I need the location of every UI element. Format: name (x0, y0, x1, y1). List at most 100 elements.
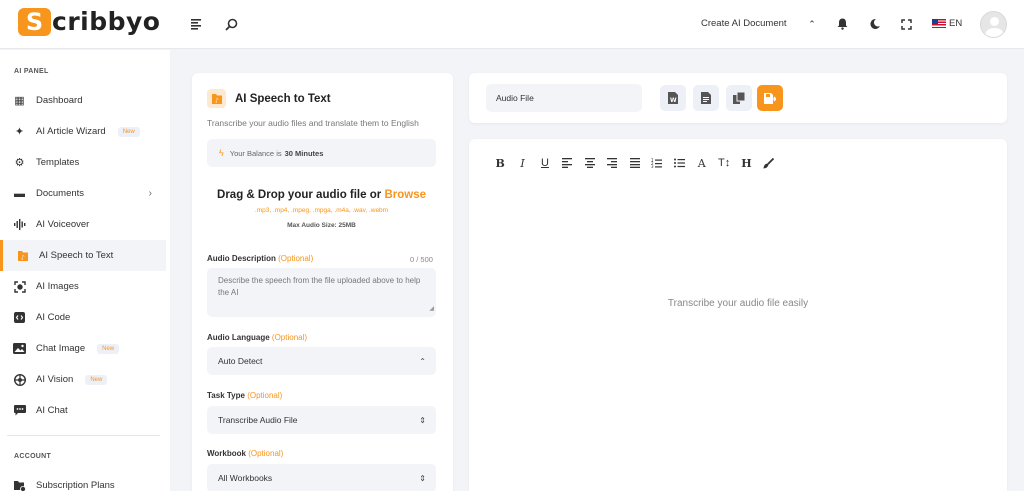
sidebar-item-label: AI Code (36, 312, 71, 323)
code-icon (13, 311, 26, 324)
sidebar-divider (7, 435, 160, 436)
sidebar-item-label: AI Article Wizard (36, 126, 106, 137)
sidebar-item-ai-images[interactable]: AI Images (0, 271, 166, 302)
audio-file-icon: ♪ (207, 89, 226, 108)
optional-tag: (Optional) (247, 391, 283, 400)
dropzone-text: Drag & Drop your audio file or (217, 189, 382, 201)
audio-description-textarea[interactable]: Describe the speech from the file upload… (207, 268, 436, 317)
align-right-icon (607, 158, 618, 168)
document-title-input[interactable] (486, 84, 642, 112)
audio-description-label: Audio Description (Optional) (207, 254, 313, 263)
save-button[interactable] (757, 85, 783, 111)
align-left-icon (562, 158, 573, 168)
templates-icon: ⚙ (14, 157, 25, 169)
logo-text: cribbyo (52, 7, 161, 36)
dark-mode-icon[interactable] (866, 15, 884, 33)
heading-button[interactable]: H (735, 156, 757, 170)
editor-toolbar: B I U 123 A T↕ H (489, 156, 780, 170)
sidebar-item-label: AI Images (36, 281, 79, 292)
chevron-up-icon[interactable]: ⌃ (803, 15, 821, 33)
subscription-icon (13, 479, 26, 491)
sidebar-item-label: AI Vision (36, 374, 74, 385)
chat-icon (13, 404, 26, 417)
balance-prefix: Your Balance is (229, 148, 282, 158)
sidebar-item-ai-article-wizard[interactable]: ✦ AI Article Wizard New (0, 116, 166, 147)
optional-tag: (Optional) (248, 449, 284, 458)
browse-link[interactable]: Browse (384, 189, 426, 201)
audio-language-select[interactable]: Auto Detect ⌃ (207, 347, 436, 375)
scribbyo-logo[interactable]: S cribbyo (18, 7, 160, 36)
textarea-placeholder: Describe the speech from the file upload… (218, 276, 421, 297)
top-header: S cribbyo Create AI Document ⌃ EN (0, 0, 1024, 49)
sidebar-item-ai-code[interactable]: AI Code (0, 302, 166, 333)
align-left-button[interactable] (556, 156, 578, 170)
bell-icon[interactable] (833, 15, 851, 33)
sidebar-item-label: Chat Image (36, 343, 86, 354)
audio-dropzone[interactable]: Drag & Drop your audio file or Browse .m… (207, 189, 436, 229)
optional-tag: (Optional) (271, 333, 308, 342)
sidebar: AI PANEL ▦ Dashboard ✦ AI Article Wizard… (0, 50, 170, 491)
format-brush-button[interactable] (758, 156, 780, 170)
sidebar-item-subscription-plans[interactable]: Subscription Plans (0, 470, 166, 491)
font-size-button[interactable]: T↕ (713, 156, 735, 170)
font-color-button[interactable]: A (691, 156, 713, 170)
logo-mark: S (18, 7, 51, 36)
create-ai-document-button[interactable]: Create AI Document (701, 18, 787, 29)
download-text-button[interactable] (693, 85, 719, 111)
new-badge: New (97, 343, 120, 354)
language-selector[interactable]: EN (932, 18, 962, 29)
sidebar-item-label: AI Voiceover (36, 219, 90, 230)
search-icon[interactable] (222, 15, 240, 33)
optional-tag: (Optional) (278, 254, 314, 263)
align-right-button[interactable] (601, 156, 623, 170)
ai-panel-label: AI PANEL (14, 68, 49, 75)
align-justify-button[interactable] (623, 156, 645, 170)
lightning-icon: ϟ (219, 148, 224, 158)
sidebar-item-chat-image[interactable]: Chat Image New (0, 333, 166, 364)
character-counter: 0 / 500 (410, 255, 433, 264)
italic-button[interactable]: I (511, 156, 533, 170)
sidebar-item-documents[interactable]: ▬ Documents › (0, 178, 166, 209)
sidebar-item-templates[interactable]: ⚙ Templates (0, 147, 166, 178)
sidebar-item-ai-speech-to-text[interactable]: ♪ AI Speech to Text (0, 240, 166, 271)
sidebar-item-label: Templates (36, 157, 80, 168)
task-type-select[interactable]: Transcribe Audio File ⇕ (207, 406, 436, 434)
word-file-icon: W (668, 92, 678, 104)
sort-arrows-icon: ⇕ (419, 473, 426, 483)
workbook-select[interactable]: All Workbooks ⇕ (207, 464, 436, 491)
brain-icon (13, 373, 26, 386)
ordered-list-button[interactable]: 123 (646, 156, 668, 170)
underline-button[interactable]: U (534, 156, 556, 170)
sidebar-item-ai-vision[interactable]: AI Vision New (0, 364, 166, 395)
account-label: ACCOUNT (14, 453, 52, 460)
bold-button[interactable]: B (489, 156, 511, 170)
form-title-row: ♪ AI Speech to Text (207, 89, 331, 108)
align-center-icon (584, 158, 595, 168)
sidebar-item-dashboard[interactable]: ▦ Dashboard (0, 85, 166, 116)
svg-text:♪: ♪ (21, 255, 25, 262)
workbook-label: Workbook (Optional) (207, 449, 283, 458)
balance-value: 30 Minutes (284, 148, 324, 158)
select-value: All Workbooks (218, 473, 273, 483)
max-audio-size: Max Audio Size: 25MB (287, 222, 356, 229)
menu-toggle-icon[interactable] (188, 15, 206, 33)
user-avatar[interactable] (980, 11, 1007, 38)
fullscreen-icon[interactable] (897, 15, 915, 33)
text-file-icon (701, 92, 711, 104)
align-justify-icon (629, 158, 640, 168)
speech-to-text-form: ♪ AI Speech to Text Transcribe your audi… (192, 73, 453, 491)
select-value: Auto Detect (218, 356, 263, 366)
download-word-button[interactable]: W (660, 85, 686, 111)
copy-icon (733, 92, 745, 104)
svg-text:3: 3 (651, 164, 654, 168)
resize-handle-icon[interactable]: ◢ (429, 303, 434, 315)
brush-icon (763, 157, 775, 168)
sidebar-item-ai-chat[interactable]: AI Chat (0, 395, 166, 426)
bullet-list-button[interactable] (668, 156, 690, 170)
field-label-text: Audio Description (207, 254, 276, 263)
sort-arrows-icon: ⇕ (419, 415, 426, 425)
sidebar-item-label: Documents (36, 188, 85, 199)
sidebar-item-ai-voiceover[interactable]: AI Voiceover (0, 209, 166, 240)
align-center-button[interactable] (579, 156, 601, 170)
copy-button[interactable] (726, 85, 752, 111)
